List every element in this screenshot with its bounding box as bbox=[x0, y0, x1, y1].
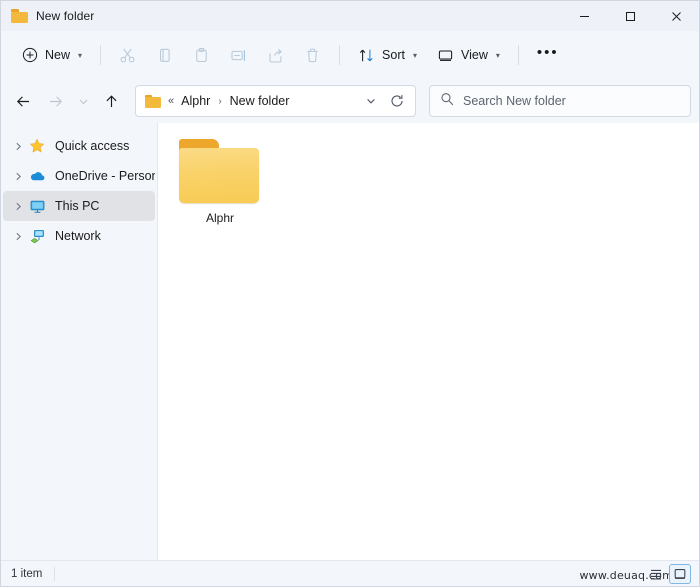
breadcrumb-item-0[interactable]: Alphr bbox=[180, 94, 211, 108]
scissors-icon bbox=[119, 47, 136, 64]
sidebar-item-label: Network bbox=[55, 229, 101, 243]
up-button[interactable] bbox=[95, 86, 127, 116]
overflow-menu-label: ••• bbox=[536, 44, 559, 61]
address-bar[interactable]: « Alphr › New folder bbox=[135, 85, 416, 117]
view-mode-toggles bbox=[645, 561, 691, 587]
window-controls bbox=[561, 1, 699, 31]
monitor-icon bbox=[27, 196, 47, 216]
chevron-right-icon[interactable] bbox=[9, 221, 27, 251]
toolbar-divider-3 bbox=[517, 45, 519, 65]
delete-button[interactable] bbox=[295, 39, 330, 71]
back-button[interactable] bbox=[7, 86, 39, 116]
status-bar: 1 item www.deuaq.com bbox=[1, 560, 699, 586]
sidebar-item-this-pc[interactable]: This PC bbox=[3, 191, 155, 221]
rename-button[interactable] bbox=[221, 39, 256, 71]
view-button[interactable]: View ▾ bbox=[428, 39, 509, 71]
search-icon bbox=[440, 92, 454, 111]
sidebar-item-label: This PC bbox=[55, 199, 100, 213]
file-item-folder[interactable]: Alphr bbox=[170, 133, 270, 229]
cut-button[interactable] bbox=[110, 39, 145, 71]
navigation-bar: « Alphr › New folder Search New folder bbox=[1, 79, 699, 123]
monitor-icon bbox=[437, 47, 454, 64]
new-button-label: New bbox=[45, 48, 71, 62]
chevron-right-icon[interactable] bbox=[9, 131, 27, 161]
star-icon bbox=[27, 136, 47, 156]
sidebar-item-network[interactable]: Network bbox=[3, 221, 155, 251]
folder-icon bbox=[145, 94, 161, 108]
more-options-button[interactable]: ••• bbox=[528, 39, 568, 71]
recent-locations-button[interactable] bbox=[71, 86, 95, 116]
maximize-icon[interactable] bbox=[607, 1, 653, 31]
toolbar: New ▾ Sort ▾ View ▾ ••• bbox=[1, 31, 699, 79]
title-bar: New folder bbox=[1, 1, 699, 31]
minimize-icon[interactable] bbox=[561, 1, 607, 31]
share-icon bbox=[267, 47, 284, 64]
chevron-right-icon[interactable] bbox=[9, 161, 27, 191]
folder-icon bbox=[178, 139, 262, 205]
breadcrumb-separator: › bbox=[218, 95, 222, 107]
title-bar-left: New folder bbox=[1, 9, 94, 23]
search-box[interactable]: Search New folder bbox=[429, 85, 691, 117]
file-explorer-window: New folder New ▾ Sort ▾ View ▾ ••• « Alp… bbox=[0, 0, 700, 587]
sort-button-label: Sort bbox=[382, 48, 405, 62]
chevron-right-icon[interactable] bbox=[9, 191, 27, 221]
view-button-label: View bbox=[460, 48, 488, 62]
chevron-down-icon[interactable] bbox=[359, 88, 383, 114]
paste-button[interactable] bbox=[184, 39, 219, 71]
sidebar-item-label: Quick access bbox=[55, 139, 130, 153]
explorer-body: Quick access OneDrive - Personal bbox=[1, 123, 699, 560]
trash-icon bbox=[304, 47, 321, 64]
status-divider bbox=[54, 566, 56, 581]
search-input[interactable]: Search New folder bbox=[463, 94, 566, 108]
share-button[interactable] bbox=[258, 39, 293, 71]
sort-arrows-icon bbox=[358, 47, 375, 64]
sort-button[interactable]: Sort ▾ bbox=[349, 39, 426, 71]
breadcrumb-overflow-icon[interactable]: « bbox=[168, 95, 174, 107]
copy-icon bbox=[156, 47, 173, 64]
chevron-down-icon: ▾ bbox=[495, 50, 500, 60]
details-view-icon[interactable] bbox=[645, 564, 667, 584]
navigation-pane: Quick access OneDrive - Personal bbox=[1, 123, 158, 560]
item-count-label: 1 item bbox=[11, 567, 43, 580]
clipboard-icon bbox=[193, 47, 210, 64]
window-title: New folder bbox=[36, 9, 95, 23]
toolbar-divider-2 bbox=[339, 45, 341, 65]
folder-icon bbox=[11, 9, 28, 23]
sidebar-item-quick-access[interactable]: Quick access bbox=[3, 131, 155, 161]
chevron-down-icon: ▾ bbox=[412, 50, 417, 60]
chevron-down-icon: ▾ bbox=[78, 50, 83, 60]
copy-button[interactable] bbox=[147, 39, 182, 71]
forward-button[interactable] bbox=[39, 86, 71, 116]
plus-circle-icon bbox=[22, 47, 38, 63]
cloud-icon bbox=[27, 166, 47, 186]
network-icon bbox=[27, 226, 47, 246]
rename-icon bbox=[230, 47, 247, 64]
file-list-view[interactable]: Alphr bbox=[158, 123, 699, 560]
toolbar-divider bbox=[100, 45, 102, 65]
refresh-icon[interactable] bbox=[383, 88, 411, 114]
close-icon[interactable] bbox=[653, 1, 699, 31]
new-button[interactable]: New ▾ bbox=[13, 39, 91, 71]
sidebar-item-onedrive[interactable]: OneDrive - Personal bbox=[3, 161, 155, 191]
large-icons-view-icon[interactable] bbox=[669, 564, 691, 584]
breadcrumb-item-1[interactable]: New folder bbox=[229, 94, 291, 108]
sidebar-item-label: OneDrive - Personal bbox=[55, 169, 155, 183]
file-item-label: Alphr bbox=[205, 211, 234, 225]
